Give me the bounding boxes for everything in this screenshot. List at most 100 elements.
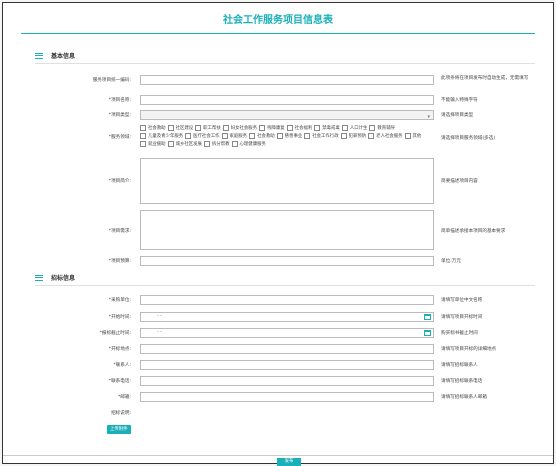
publish-button[interactable]: 发布 xyxy=(277,458,301,466)
email-label: *邮箱: xyxy=(117,395,131,400)
checkbox[interactable] xyxy=(221,133,228,139)
field-option[interactable]: 城乡社区发展 xyxy=(167,141,202,147)
place-input[interactable] xyxy=(140,344,434,354)
budget-hint: 单位:万元 xyxy=(441,259,461,264)
section-bid-title: 招标信息 xyxy=(51,275,76,282)
upload-attachment-button[interactable]: 上传附件 xyxy=(107,425,131,434)
type-label: *项目类型: xyxy=(108,113,131,118)
contact-label: *联系人: xyxy=(113,363,131,368)
checkbox[interactable] xyxy=(304,133,311,139)
budget-input[interactable] xyxy=(140,256,434,266)
checkbox[interactable] xyxy=(140,133,146,139)
field-option[interactable]: 就业援助 xyxy=(140,141,166,147)
field-option[interactable]: 家庭服务 xyxy=(221,133,247,139)
field-option-label: 犯罪预防 xyxy=(348,134,367,139)
field-option[interactable]: 社区建设 xyxy=(167,125,193,131)
field-option-label: 社会救助 xyxy=(148,126,166,131)
field-option-label: 教育辅导 xyxy=(377,126,395,131)
checkbox[interactable] xyxy=(369,125,376,131)
calendar-icon[interactable] xyxy=(424,314,431,320)
name-input[interactable] xyxy=(140,95,434,105)
field-option[interactable]: 其他 xyxy=(404,133,422,139)
field-option-label: 残障康复 xyxy=(267,126,285,131)
field-option[interactable]: 禁毒戒毒 xyxy=(314,125,340,131)
field-option[interactable]: 社会救助 xyxy=(140,125,166,131)
start-date-input[interactable]: - - xyxy=(140,312,434,322)
checkbox[interactable] xyxy=(195,125,202,131)
form-page: 社会工作服务项目信息表 基本信息 服务项目统一编码: 此项条将在项目发布时自动生… xyxy=(2,2,554,466)
field-option[interactable]: 心理健康服务 xyxy=(231,141,266,147)
deadline-label: *报标截止时间: xyxy=(99,331,131,336)
checkbox[interactable] xyxy=(167,125,174,131)
section-divider xyxy=(35,63,535,64)
checkbox[interactable] xyxy=(368,133,375,139)
intro-hint: 简要描述项目内容 xyxy=(441,179,478,184)
checkbox[interactable] xyxy=(286,125,293,131)
contact-input[interactable] xyxy=(140,360,434,370)
place-label: *开标地点: xyxy=(108,347,131,352)
calendar-icon[interactable] xyxy=(424,330,431,336)
field-option[interactable]: 拆分帮教 xyxy=(203,141,230,147)
deadline-hint: 购买标书截止时间 xyxy=(441,331,478,336)
intro-label: *项目简介: xyxy=(108,179,131,184)
deadline-date-value: - - xyxy=(157,330,162,335)
field-option[interactable]: 社会工作行政 xyxy=(304,133,339,139)
name-label: *项目名称: xyxy=(108,98,131,103)
field-option[interactable]: 教育辅导 xyxy=(369,125,395,131)
checkbox[interactable] xyxy=(249,133,256,139)
section-bid: 招标信息 xyxy=(35,273,75,282)
contact-hint: 请填写招标联系人 xyxy=(441,363,478,368)
field-option-label: 禁毒戒毒 xyxy=(322,126,340,131)
field-option[interactable]: 老人社会服务 xyxy=(368,133,403,139)
field-option-label: 老人社会服务 xyxy=(376,134,403,139)
deadline-date-input[interactable]: - - xyxy=(140,328,434,338)
field-option[interactable]: 残障康复 xyxy=(259,125,285,131)
page-title: 社会工作服务项目信息表 xyxy=(223,15,333,26)
field-option[interactable]: 社会救助 xyxy=(249,133,275,139)
field-option[interactable]: 儿童及青少年服务 xyxy=(140,133,183,139)
field-option[interactable]: 社会福利 xyxy=(286,125,313,131)
field-option[interactable]: 妇女社会服务 xyxy=(222,125,257,131)
field-option[interactable]: 慈善事业 xyxy=(276,133,302,139)
checkbox[interactable] xyxy=(341,125,348,131)
checkbox[interactable] xyxy=(140,141,146,147)
checkbox[interactable] xyxy=(314,125,321,131)
field-label: *服务领域: xyxy=(108,135,131,140)
start-date-value: - - xyxy=(157,314,162,319)
field-option-label: 就业援助 xyxy=(148,142,166,147)
checkbox[interactable] xyxy=(222,125,229,131)
email-hint: 请填写招标联系人邮箱 xyxy=(441,395,487,400)
field-option[interactable]: 人口计生 xyxy=(341,125,368,131)
checkbox[interactable] xyxy=(185,133,192,139)
budget-label: *项目预算: xyxy=(108,259,131,264)
checkbox[interactable] xyxy=(167,141,174,147)
field-option-label: 社会救助 xyxy=(257,134,275,139)
field-option[interactable]: 医疗社会工作 xyxy=(185,133,220,139)
checkbox[interactable] xyxy=(203,141,210,147)
checkbox[interactable] xyxy=(140,125,146,131)
checkbox[interactable] xyxy=(404,133,411,139)
field-hint: 请选择项目服务领域(多选) xyxy=(441,136,496,141)
code-input[interactable] xyxy=(140,75,434,85)
buyer-input[interactable] xyxy=(140,295,434,305)
email-input[interactable] xyxy=(140,392,434,402)
field-option-label: 人口计生 xyxy=(349,126,368,131)
checkbox[interactable] xyxy=(259,125,266,131)
section-divider xyxy=(35,285,535,286)
chevron-down-icon: ▾ xyxy=(427,114,430,120)
name-hint: 不能输入特殊字符 xyxy=(441,98,478,103)
phone-label: *联系电话: xyxy=(108,379,131,384)
field-option-label: 医疗社会工作 xyxy=(193,134,220,139)
field-option-label: 其他 xyxy=(412,134,422,139)
field-option[interactable]: 职工帮扶 xyxy=(195,125,221,131)
phone-input[interactable] xyxy=(140,376,434,386)
checkbox[interactable] xyxy=(276,133,283,139)
checkbox[interactable] xyxy=(340,133,347,139)
field-option[interactable]: 犯罪预防 xyxy=(340,133,367,139)
field-option-label: 社会福利 xyxy=(294,126,313,131)
intro-textarea[interactable] xyxy=(140,158,434,204)
need-textarea[interactable] xyxy=(140,210,434,250)
checkbox[interactable] xyxy=(231,141,238,147)
type-select[interactable]: ▾ xyxy=(140,110,434,120)
need-hint: 简单描述承接本项目的基本要求 xyxy=(441,229,506,234)
